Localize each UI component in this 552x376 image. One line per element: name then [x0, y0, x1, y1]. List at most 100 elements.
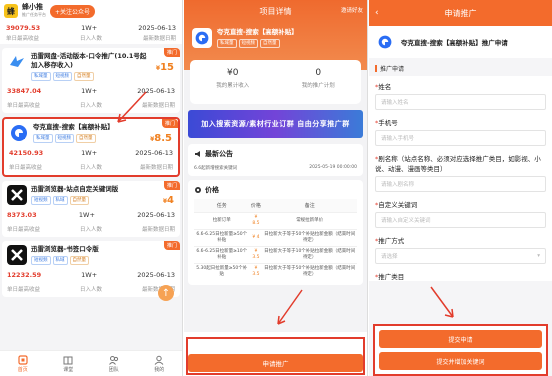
price-section: 价格 任务 价格 备注 拉新订单 ¥ 8.5 常规拉新单价 6.6-6.25日拉… [188, 180, 363, 285]
announcement-title: 最新公告 [194, 149, 357, 159]
price-title: 价格 [194, 185, 357, 195]
stat-label: 日入人数 [79, 227, 102, 233]
users-value: 1W+ [81, 87, 98, 95]
table-row: 6.6-6.25日拉新量≥50个补贴 ¥ 4 日拉新大于等于50个补贴拉新金额（… [194, 229, 357, 247]
apply-promotion-screen: ‹ 申请推广 夸克直搜-搜索【高额补贴】推广申请 推广申请 *姓名 请输入姓名 … [369, 0, 552, 376]
tag: 短视频 [54, 134, 74, 143]
chevron-down-icon: ▾ [537, 253, 540, 259]
label-text: 自定义关键词 [378, 201, 418, 209]
section-heading: 推广申请 [369, 58, 552, 76]
top-card-stats: 39079.53 1W+ 2025-06-13 单日最高收益 日入人数 最新数据… [0, 22, 182, 44]
quark-app-icon [192, 28, 212, 48]
label-text: 手机号 [378, 119, 398, 127]
name-input[interactable]: 请输入姓名 [375, 94, 546, 110]
stat-label: 日入人数 [79, 165, 102, 171]
tag: 自然量 [76, 134, 96, 143]
apply-product: 夸克直搜-搜索【高额补贴】推广申请 [369, 26, 552, 58]
method-label: *推广方式 [375, 237, 405, 245]
apply-promotion-button[interactable]: 申请推广 [188, 354, 363, 372]
nav-classroom[interactable]: 课堂 [63, 355, 73, 373]
product-header: 夸克直搜-搜索【高额补贴】 私域量 短视频 自然量 [192, 28, 298, 48]
hot-badge: 推门 [161, 119, 178, 128]
card-title: 迅雷浏览器-书签口令版 [31, 245, 99, 253]
nav-me[interactable]: 我的 [154, 355, 164, 373]
bird-app-icon [7, 52, 27, 72]
project-card-xunlei-browser-bookmark[interactable]: 推门 迅雷浏览器-书签口令版 短视频 私域 自然量 12232.59 1W+ 2… [2, 241, 180, 297]
card-price: ¥8.5 [150, 133, 172, 144]
drama-name-label: *剧名称（站点名称、必须对应选择推广类目，如影视、小说、动漫、漫画等类目） [375, 155, 541, 173]
phone-input[interactable]: 请输入手机号 [375, 130, 546, 146]
gear-icon [195, 187, 201, 193]
brand-title: 蜂小推 [22, 3, 43, 11]
follow-official-account-button[interactable]: +关注公众号 [50, 4, 96, 18]
brand-subtitle: 推广任务平台 [22, 12, 46, 17]
book-icon [63, 356, 73, 364]
users-value: 1W+ [81, 271, 98, 279]
x-app-icon [7, 185, 27, 205]
max-income-value: 33847.04 [7, 87, 42, 95]
nav-label: 课堂 [63, 366, 74, 373]
scroll-top-button[interactable]: ↑ [158, 285, 174, 301]
project-card-quark-search[interactable]: 推门 夸克直搜-搜索【高额补贴】 私域量 短视频 自然量 ¥8.5 42150.… [2, 117, 180, 177]
nav-team[interactable]: 团队 [109, 355, 119, 373]
hot-badge: 推门 [163, 181, 180, 190]
label-text: 姓名 [378, 83, 392, 91]
drama-name-input[interactable]: 请输入剧名称 [375, 176, 546, 192]
tag: 私域量 [33, 134, 53, 143]
card-price: ¥4 [162, 195, 174, 206]
announcement-date: 2025-05-19 00:00:00 [309, 165, 357, 170]
price-cell: ¥ 3.5 [249, 263, 263, 280]
user-icon [154, 355, 164, 365]
label-text: 推广方式 [378, 237, 405, 245]
project-detail-screen: 项目详情 邀请好友 夸克直搜-搜索【高额补贴】 私域量 短视频 自然量 ¥0 我… [184, 0, 368, 376]
stat-label: 最新数据日期 [142, 36, 176, 42]
stat-label: 单日最高收益 [7, 103, 41, 109]
price-value: 4 [167, 195, 174, 206]
task-cell: 6.6-6.25日拉新量≥50个补贴 [194, 229, 250, 247]
tag: 自然量 [260, 39, 280, 48]
nav-label: 团队 [108, 366, 119, 373]
category-label: *推广类目 [375, 273, 405, 281]
method-select[interactable]: 请选择 ▾ [375, 248, 546, 264]
card-title: 迅雷浏览器-站点自定关键词版 [31, 185, 119, 193]
users-value: 1W+ [81, 149, 98, 157]
promo-banner[interactable]: 加入搜索资源/素材行业订群 自由分享推广群 [188, 110, 363, 138]
plan-label: 我的推广计划 [301, 83, 335, 89]
stat-label: 单日最高收益 [7, 287, 41, 293]
stat-label: 日入人数 [79, 287, 102, 293]
stat-label: 日入人数 [79, 103, 102, 109]
max-income-value: 8373.03 [7, 211, 37, 219]
apply-header: ‹ 申请推广 [369, 0, 552, 26]
product-title: 夸克直搜-搜索【高额补贴】 [217, 28, 298, 36]
hot-badge: 推门 [163, 48, 180, 57]
keyword-input[interactable]: 请输入自定义关键词 [375, 212, 546, 228]
plan-stat: 0 我的推广计划 [276, 60, 362, 104]
annotation-arrow [430, 286, 454, 318]
project-card-xunlei-pan[interactable]: 推门 迅雷网盘-活动版本-口令推广(10.1号起加入移存收入) 私域量 短视频 … [2, 48, 180, 113]
announcement-text: 6.6起新增搜索关键词 [194, 166, 238, 171]
card-title: 夸克直搜-搜索【高额补贴】 [33, 123, 114, 131]
announcement-item[interactable]: 6.6起新增搜索关键词 2025-05-19 00:00:00 [194, 165, 357, 171]
tag: 短视频 [31, 256, 51, 265]
invite-friends-link[interactable]: 邀请好友 [341, 6, 363, 14]
tag: 私域 [52, 196, 68, 205]
price-value: 8.5 [154, 133, 172, 144]
announcement-section: 最新公告 6.6起新增搜索关键词 2025-05-19 00:00:00 [188, 144, 363, 176]
note-cell: 常规拉新单价 [262, 212, 357, 230]
submit-add-keyword-button[interactable]: 提交并增加关键词 [379, 352, 542, 370]
note-cell: 日拉新大于等于10个补贴拉新金额（结束时间待定） [262, 246, 357, 264]
submit-button[interactable]: 提交申请 [379, 330, 542, 348]
bee-logo-icon: 蜂 [4, 4, 18, 18]
table-row: 6.6-6.25日拉新量≥10个补贴 ¥ 3.5 日拉新大于等于10个补贴拉新金… [194, 246, 357, 264]
project-card-xunlei-browser-keyword[interactable]: 推门 迅雷浏览器-站点自定关键词版 短视频 私域 自然量 ¥4 8373.03 … [2, 181, 180, 237]
project-list-screen: 蜂 蜂小推 推广任务平台 +关注公众号 39079.53 1W+ 2025-06… [0, 0, 183, 376]
task-cell: 拉新订单 [194, 212, 250, 230]
stat-label: 最新数据日期 [139, 165, 173, 171]
income-value: ¥0 [227, 68, 239, 78]
quark-app-icon [375, 32, 395, 52]
nav-label: 首页 [17, 366, 28, 373]
back-icon[interactable]: ‹ [375, 8, 379, 18]
price-table: 任务 价格 备注 拉新订单 ¥ 8.5 常规拉新单价 6.6-6.25日拉新量≥… [194, 199, 357, 280]
income-stat: ¥0 我的累计收入 [190, 60, 276, 104]
nav-home[interactable]: 首页 [17, 354, 28, 373]
